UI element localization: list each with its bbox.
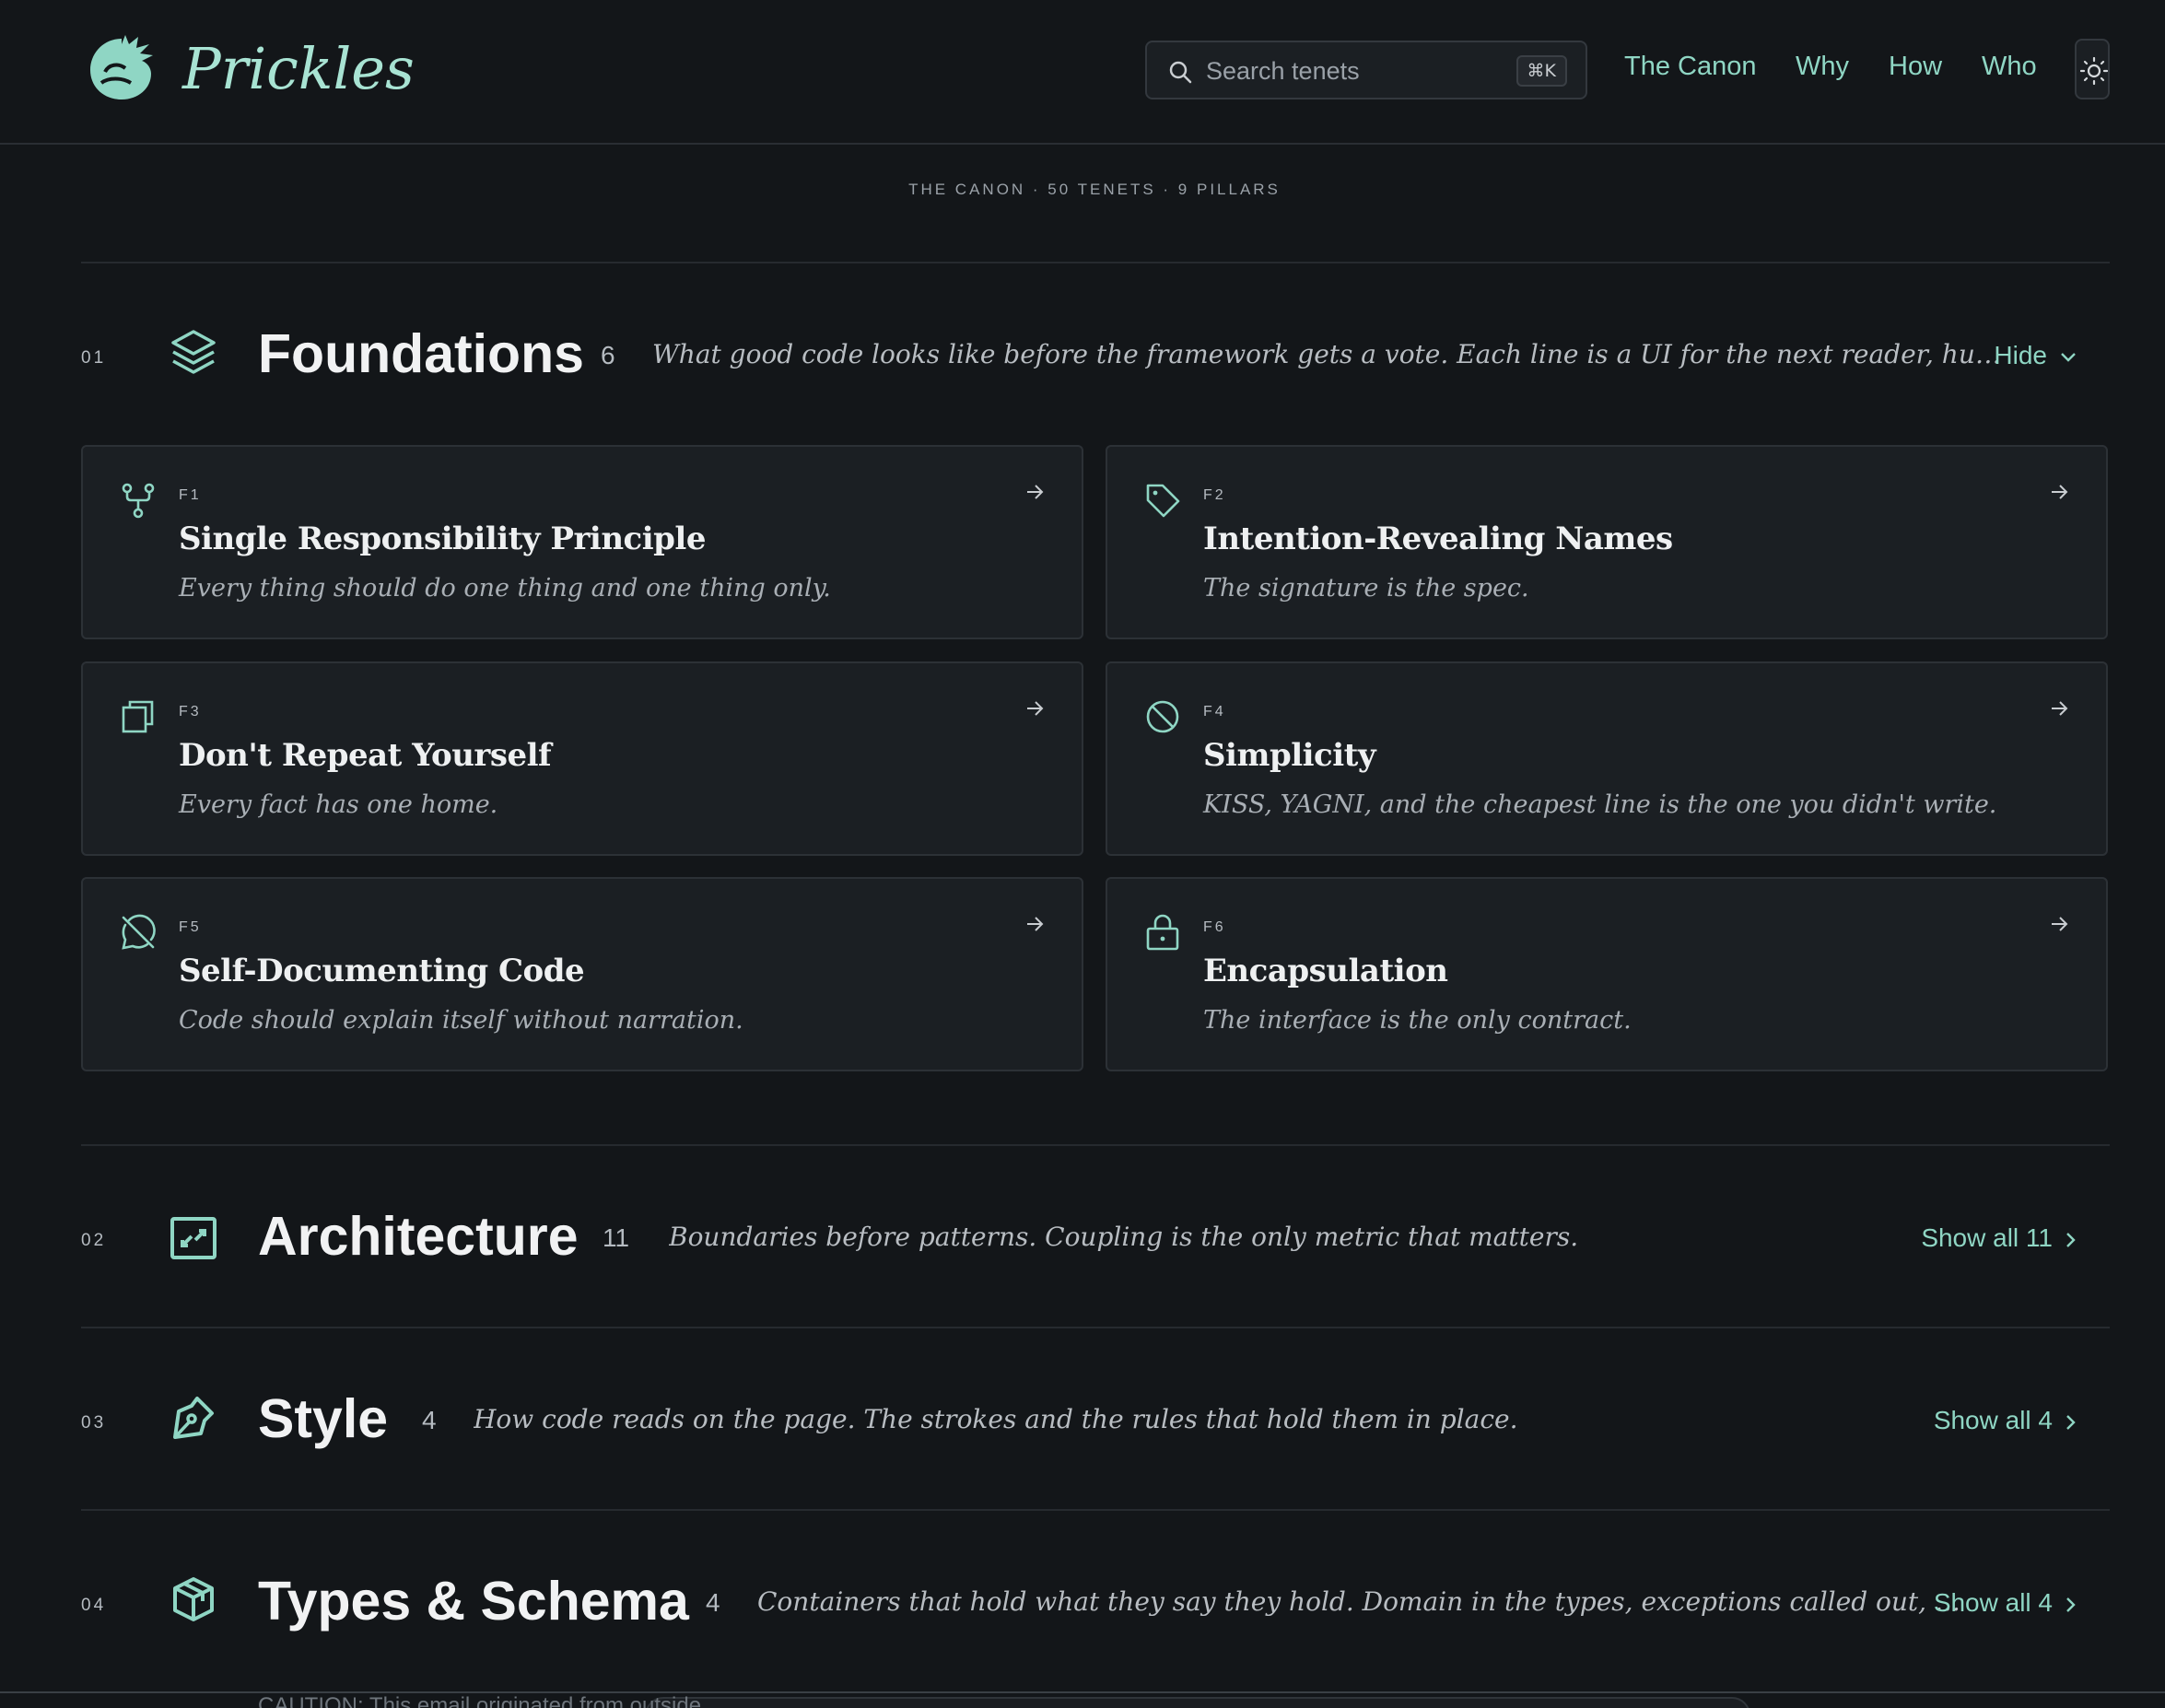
- tenet-code: F4: [1203, 704, 1226, 719]
- divider: [81, 1327, 2110, 1328]
- arrow-right-icon: [1027, 701, 1044, 716]
- search-icon: [1169, 61, 1192, 84]
- pillar-toggle-button[interactable]: Show all 4: [1934, 1406, 2077, 1435]
- pillar-number: 01: [81, 348, 107, 368]
- pillar-toggle-label: Hide: [1994, 341, 2047, 369]
- tenet-card-f5[interactable]: F5 Self-Documenting Code Code should exp…: [81, 877, 1083, 1071]
- pillar-count: 11: [603, 1223, 630, 1252]
- tenet-subtitle: Every fact has one home.: [179, 790, 498, 819]
- arrow-right-icon: [1027, 917, 1044, 931]
- pillar-count: 6: [601, 341, 615, 369]
- tag-icon: [1146, 484, 1180, 518]
- pillar-foundations: 01 Foundations 6 What good code looks li…: [81, 319, 2110, 392]
- pillar-toggle-label: Show all 4: [1933, 1588, 2053, 1617]
- sun-icon: [2080, 57, 2108, 85]
- tenet-title: Encapsulation: [1203, 953, 1448, 989]
- divider: [81, 1509, 2110, 1511]
- pillar-description: How code reads on the page. The strokes …: [474, 1404, 1518, 1434]
- nav-link-why[interactable]: Why: [1796, 52, 1849, 82]
- message-off-icon: [122, 914, 156, 950]
- copy-icon: [122, 700, 154, 733]
- arrow-right-icon: [2052, 917, 2068, 931]
- chevron-right-icon: [2066, 1232, 2076, 1247]
- arrow-right-icon: [1027, 485, 1044, 499]
- site-header: Prickles ⌘K The Canon Why How Who: [0, 0, 2165, 145]
- pillar-count: 4: [422, 1406, 437, 1434]
- tenet-subtitle: Every thing should do one thing and one …: [179, 574, 831, 602]
- tenet-code: F1: [179, 487, 202, 503]
- pillar-architecture: 02 Architecture 11 Boundaries before pat…: [81, 1201, 2110, 1275]
- pillar-types-schema: 04 Types & Schema 4 Containers that hold…: [81, 1566, 2110, 1640]
- package-icon: [173, 1577, 214, 1621]
- pillar-number: 02: [81, 1231, 107, 1250]
- tenet-subtitle: KISS, YAGNI, and the cheapest line is th…: [1203, 790, 1997, 819]
- tenet-title: Simplicity: [1203, 737, 1376, 774]
- search-box[interactable]: ⌘K: [1145, 41, 1587, 99]
- nav-link-the-canon[interactable]: The Canon: [1624, 52, 1757, 82]
- tenet-title: Don't Repeat Yourself: [179, 737, 552, 774]
- pillar-style: 03 Style 4 How code reads on the page. T…: [81, 1384, 2110, 1457]
- caution-text: CAUTION: This email originated from outs…: [258, 1693, 702, 1708]
- hedgehog-logo-icon[interactable]: [85, 31, 158, 105]
- layers-icon: [171, 330, 216, 374]
- tenet-card-f2[interactable]: F2 Intention-Revealing Names The signatu…: [1106, 445, 2108, 639]
- search-shortcut-badge: ⌘K: [1516, 55, 1567, 87]
- tenet-subtitle: The signature is the spec.: [1203, 574, 1529, 602]
- lock-icon: [1146, 914, 1179, 951]
- pillar-number: 03: [81, 1413, 107, 1433]
- pillar-description: What good code looks like before the fra…: [652, 339, 2023, 369]
- tenet-code: F6: [1203, 919, 1226, 935]
- tenet-code: F3: [179, 704, 202, 719]
- pillar-title[interactable]: Types & Schema: [258, 1570, 689, 1632]
- tenet-code: F2: [1203, 487, 1226, 503]
- canon-summary: THE CANON · 50 TENETS · 9 PILLARS: [908, 181, 1281, 198]
- tenet-card-f6[interactable]: F6 Encapsulation The interface is the on…: [1106, 877, 2108, 1071]
- chevron-right-icon: [2066, 1414, 2076, 1430]
- nav-link-how[interactable]: How: [1889, 52, 1942, 82]
- pillar-title[interactable]: Style: [258, 1387, 388, 1450]
- tenet-code: F5: [179, 919, 202, 935]
- theme-toggle-button[interactable]: [2075, 39, 2110, 99]
- pillar-count: 4: [706, 1588, 720, 1617]
- banner-pill: [645, 1697, 1750, 1708]
- email-caution-banner: CAUTION: This email originated from outs…: [0, 1691, 2165, 1708]
- divider: [81, 1144, 2110, 1146]
- tenet-subtitle: Code should explain itself without narra…: [179, 1006, 743, 1035]
- tenet-card-f1[interactable]: F1 Single Responsibility Principle Every…: [81, 445, 1083, 639]
- tenet-card-f3[interactable]: F3 Don't Repeat Yourself Every fact has …: [81, 661, 1083, 856]
- pillar-title[interactable]: Architecture: [258, 1205, 579, 1268]
- pillar-toggle-label: Show all 4: [1933, 1406, 2053, 1434]
- arrow-right-icon: [2052, 485, 2068, 499]
- tenet-title: Intention-Revealing Names: [1203, 521, 1673, 557]
- tenet-card-f4[interactable]: F4 Simplicity KISS, YAGNI, and the cheap…: [1106, 661, 2108, 856]
- pillar-description: Boundaries before patterns. Coupling is …: [669, 1222, 1579, 1252]
- chevron-down-icon: [2061, 352, 2076, 362]
- pillar-toggle-button[interactable]: Show all 11: [1921, 1223, 2077, 1253]
- pillar-toggle-button[interactable]: Show all 4: [1934, 1588, 2077, 1618]
- ban-icon: [1146, 700, 1179, 733]
- pillar-description: Containers that hold what they say they …: [757, 1586, 1964, 1617]
- divider: [81, 262, 2110, 263]
- frame-icon: [170, 1217, 216, 1259]
- pillar-toggle-button[interactable]: Hide: [1994, 341, 2077, 370]
- tenet-title: Self-Documenting Code: [179, 953, 585, 989]
- pillar-number: 04: [81, 1596, 107, 1615]
- chevron-right-icon: [2066, 1597, 2076, 1612]
- search-input[interactable]: [1206, 53, 1482, 88]
- fork-icon: [122, 483, 155, 519]
- pen-icon: [173, 1397, 214, 1439]
- tenet-subtitle: The interface is the only contract.: [1203, 1006, 1632, 1035]
- nav-link-who[interactable]: Who: [1982, 52, 2037, 82]
- tenet-title: Single Responsibility Principle: [179, 521, 706, 557]
- pillar-toggle-label: Show all 11: [1921, 1223, 2053, 1252]
- arrow-right-icon: [2052, 701, 2068, 716]
- pillar-title[interactable]: Foundations: [258, 322, 584, 385]
- brand-name[interactable]: Prickles: [182, 35, 415, 102]
